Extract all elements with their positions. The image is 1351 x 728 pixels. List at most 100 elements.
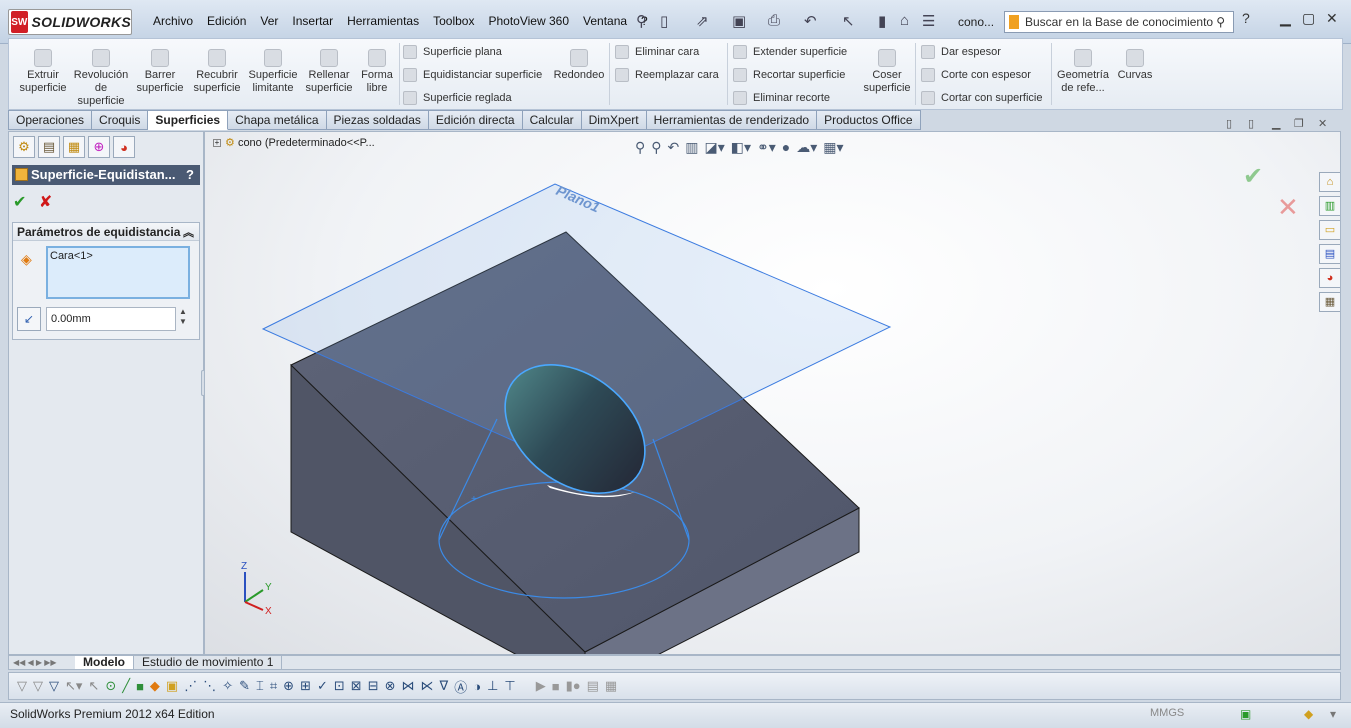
file-explorer-icon[interactable]: ▭ (1319, 220, 1340, 240)
extend-surface-button[interactable]: Extender superficie (733, 45, 847, 59)
weld-bead-icon[interactable]: ⊥ (487, 678, 498, 694)
menu-toolbox[interactable]: Toolbox (426, 14, 481, 28)
close-button[interactable]: ✕ (1326, 10, 1338, 27)
menu-ventana[interactable]: Ventana (576, 14, 634, 28)
fillet-button[interactable]: Redondeo (551, 49, 607, 82)
box-icon[interactable]: ■ (136, 679, 144, 694)
datum-feature-icon[interactable]: ⊡ (334, 678, 345, 694)
panel-help-icon[interactable]: ? (186, 165, 194, 185)
view-palette-icon[interactable]: ▤ (1319, 244, 1340, 264)
annotation-icon[interactable]: ∇ (440, 678, 449, 694)
new-document-icon[interactable]: ▯ (660, 12, 668, 30)
boundary-surface-button[interactable]: Superficie limitante (247, 49, 299, 95)
tab-productos-office[interactable]: Productos Office (817, 110, 921, 130)
revolve-surface-button[interactable]: Revolución de superficie (71, 49, 131, 108)
replace-face-button[interactable]: Reemplazar cara (615, 68, 719, 82)
trim-surface-button[interactable]: Recortar superficie (733, 68, 845, 82)
play-icon[interactable]: ▶ (536, 678, 546, 694)
display-manager-icon[interactable]: ◕ (113, 136, 135, 158)
filter-edges-icon[interactable]: ▽ (49, 678, 59, 694)
curves-button[interactable]: Curvas (1115, 49, 1155, 82)
offset-distance-input[interactable]: 0.00mm (46, 307, 176, 331)
filter-faces-icon[interactable]: ▽ (33, 678, 43, 694)
viewport-tile-icon[interactable]: ▯ (1226, 117, 1232, 130)
menu-insertar[interactable]: Insertar (285, 14, 340, 28)
select-other-icon[interactable]: ↖ (88, 678, 99, 694)
property-manager-icon[interactable]: ▤ (38, 136, 60, 158)
solidworks-resources-icon[interactable]: ⌂ (1319, 172, 1340, 192)
pin-icon[interactable]: ⚲ (636, 12, 647, 30)
search-icon[interactable]: ⚲ (1216, 15, 1225, 29)
surface-cut-button[interactable]: Cortar con superficie (921, 91, 1043, 105)
design-library-icon[interactable]: ▥ (1319, 196, 1340, 216)
loft-surface-button[interactable]: Recubrir superficie (189, 49, 245, 95)
distance-spinner[interactable]: ▲ ▼ (177, 307, 189, 331)
collapse-chevron-icon[interactable]: ︽ (183, 224, 194, 242)
graphics-viewport[interactable]: + ⚙ cono (Predeterminado<<P... ⚲ ⚲ ↶ ▥ ◪▾… (204, 131, 1341, 655)
confirmation-cancel-icon[interactable]: ✕ (1277, 192, 1299, 223)
doc-close-button[interactable]: ✕ (1318, 117, 1327, 130)
group-header[interactable]: Parámetros de equidistancia ︽ (13, 223, 199, 241)
undo-icon[interactable]: ↶ (804, 12, 817, 30)
model-graphics[interactable]: Plano1 + Z Y X (205, 132, 1341, 655)
knowledge-search-input[interactable]: Buscar en la Base de conocimiento ⚲ (1004, 11, 1234, 33)
freeform-button[interactable]: Forma libre (359, 49, 395, 95)
thickened-cut-button[interactable]: Corte con espesor (921, 68, 1031, 82)
custom-properties-icon[interactable]: ▦ (1319, 292, 1340, 312)
cosmetic-thread-icon[interactable]: ⊟ (368, 678, 379, 694)
tab-estudio-movimiento[interactable]: Estudio de movimiento 1 (134, 656, 283, 669)
doc-minimize-button[interactable]: ▁ (1272, 117, 1280, 130)
surface-icon[interactable]: ◆ (150, 678, 160, 694)
tab-calcular[interactable]: Calcular (522, 110, 582, 130)
untrim-surface-button[interactable]: Eliminar recorte (733, 91, 830, 105)
sketch-point-icon[interactable]: ⌶ (256, 678, 264, 694)
record-icon[interactable]: ▮● (566, 678, 581, 694)
select-icon[interactable]: ↖ (842, 12, 855, 30)
ballon-icon[interactable]: ◑ (473, 679, 481, 694)
ruled-surface-button[interactable]: Superficie reglada (403, 91, 512, 105)
delete-face-button[interactable]: Eliminar cara (615, 45, 699, 59)
reference-geometry-button[interactable]: Geometría de refe... (1055, 49, 1111, 95)
viewport-split-icon[interactable]: ▯ (1248, 117, 1254, 130)
vertex-filter-icon[interactable]: ⋰ (184, 678, 197, 694)
feature-tree-icon[interactable]: ⚙ (13, 136, 35, 158)
offset-surface-button[interactable]: Equidistanciar superficie (403, 68, 542, 82)
dimension-filter-icon[interactable]: ⌗ (270, 678, 277, 694)
macro-new-icon[interactable]: ▦ (605, 678, 617, 694)
print-icon[interactable]: ⎙ (768, 12, 780, 29)
line-icon[interactable]: ╱ (122, 678, 130, 694)
surface-finish-icon[interactable]: ✓ (317, 678, 328, 694)
planar-surface-button[interactable]: Superficie plana (403, 45, 502, 59)
weld-symbol-icon[interactable]: ⊤ (504, 678, 515, 694)
face-selection-box[interactable]: Cara<1> (46, 246, 190, 299)
file-properties-icon[interactable]: ⌂ (900, 12, 909, 29)
appearances-icon[interactable]: ◕ (1319, 268, 1340, 288)
tag-icon[interactable]: ◆ (1304, 707, 1313, 721)
weld-filter-icon[interactable]: ⊞ (300, 678, 311, 694)
sketch-filter-icon[interactable]: ✎ (239, 678, 250, 694)
center-mark-icon[interactable]: ⋈ (402, 678, 415, 694)
axis-filter-icon[interactable]: ⋱ (203, 678, 216, 694)
menu-edicion[interactable]: Edición (200, 14, 253, 28)
tab-scroll-arrows[interactable]: ◀◀ ◀ ▶ ▶▶ (9, 656, 75, 669)
menu-ver[interactable]: Ver (253, 14, 285, 28)
solidworks-logo[interactable]: SW SOLIDWORKS (8, 9, 132, 35)
dimxpert-icon[interactable]: ⊕ (88, 136, 110, 158)
tab-chapa-metalica[interactable]: Chapa metálica (228, 110, 327, 130)
macro-edit-icon[interactable]: ▤ (587, 678, 599, 694)
plane-filter-icon[interactable]: ✧ (222, 678, 233, 694)
tab-herramientas-renderizado[interactable]: Herramientas de renderizado (646, 110, 818, 130)
maximize-button[interactable]: ▢ (1302, 10, 1315, 27)
tab-modelo[interactable]: Modelo (75, 656, 134, 669)
menu-herramientas[interactable]: Herramientas (340, 14, 426, 28)
reverse-direction-icon[interactable]: ↙ (17, 307, 41, 331)
doc-restore-button[interactable]: ❐ (1294, 117, 1304, 130)
sweep-surface-button[interactable]: Barrer superficie (133, 49, 187, 95)
fill-surface-button[interactable]: Rellenar superficie (301, 49, 357, 95)
tab-superficies[interactable]: Superficies (148, 110, 229, 130)
tab-dimxpert[interactable]: DimXpert (581, 110, 647, 130)
block-icon[interactable]: ⊗ (385, 678, 396, 694)
cancel-x-icon[interactable]: ✘ (39, 194, 52, 211)
rebuild-status-icon[interactable]: ▣ (1240, 707, 1251, 721)
rebuild-icon[interactable]: ▮ (878, 12, 886, 30)
